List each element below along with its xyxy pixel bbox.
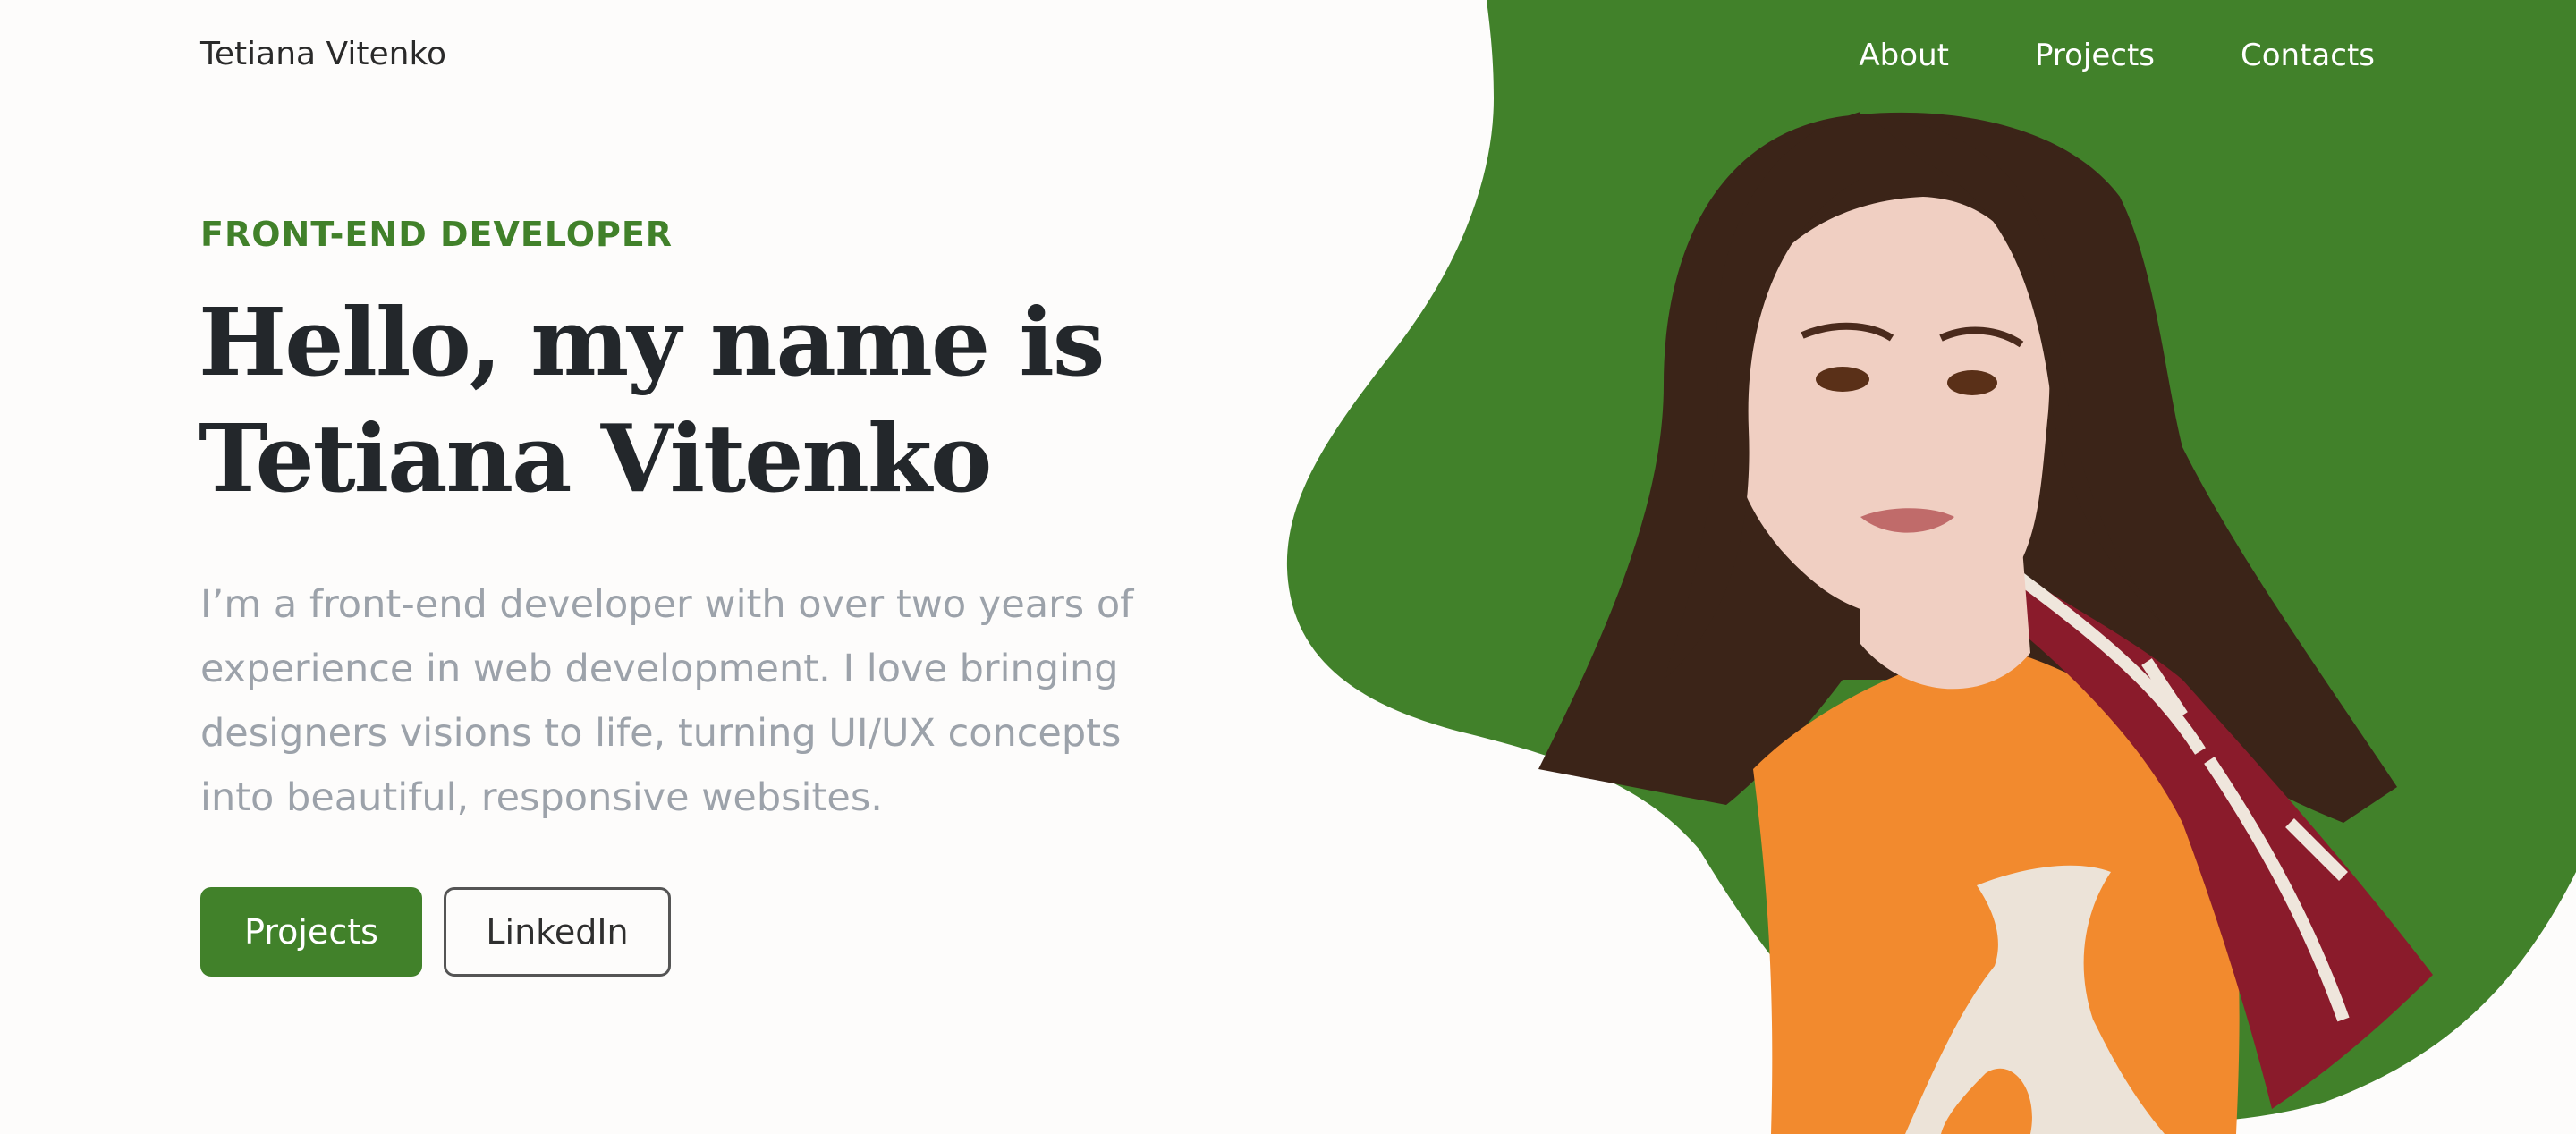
top-navigation: About Projects Contacts — [1859, 38, 2375, 73]
site-logo[interactable]: Tetiana Vitenko — [200, 36, 446, 72]
portrait-left-eye — [1816, 367, 1869, 392]
projects-button[interactable]: Projects — [200, 887, 422, 977]
nav-link-projects[interactable]: Projects — [2035, 38, 2155, 73]
headline-line-1: Hello, my name is — [199, 287, 1105, 397]
nav-link-about[interactable]: About — [1859, 38, 1949, 73]
linkedin-button[interactable]: LinkedIn — [444, 887, 671, 977]
nav-link-contacts[interactable]: Contacts — [2241, 38, 2375, 73]
headline-line-2: Tetiana Vitenko — [199, 403, 992, 513]
role-eyebrow: FRONT-END DEVELOPER — [200, 215, 674, 254]
hero-intro-text: I’m a front-end developer with over two … — [200, 582, 1134, 820]
portrait-right-eye — [1947, 370, 1997, 395]
hero-headline: Hello, my name is Tetiana Vitenko — [199, 284, 1105, 517]
